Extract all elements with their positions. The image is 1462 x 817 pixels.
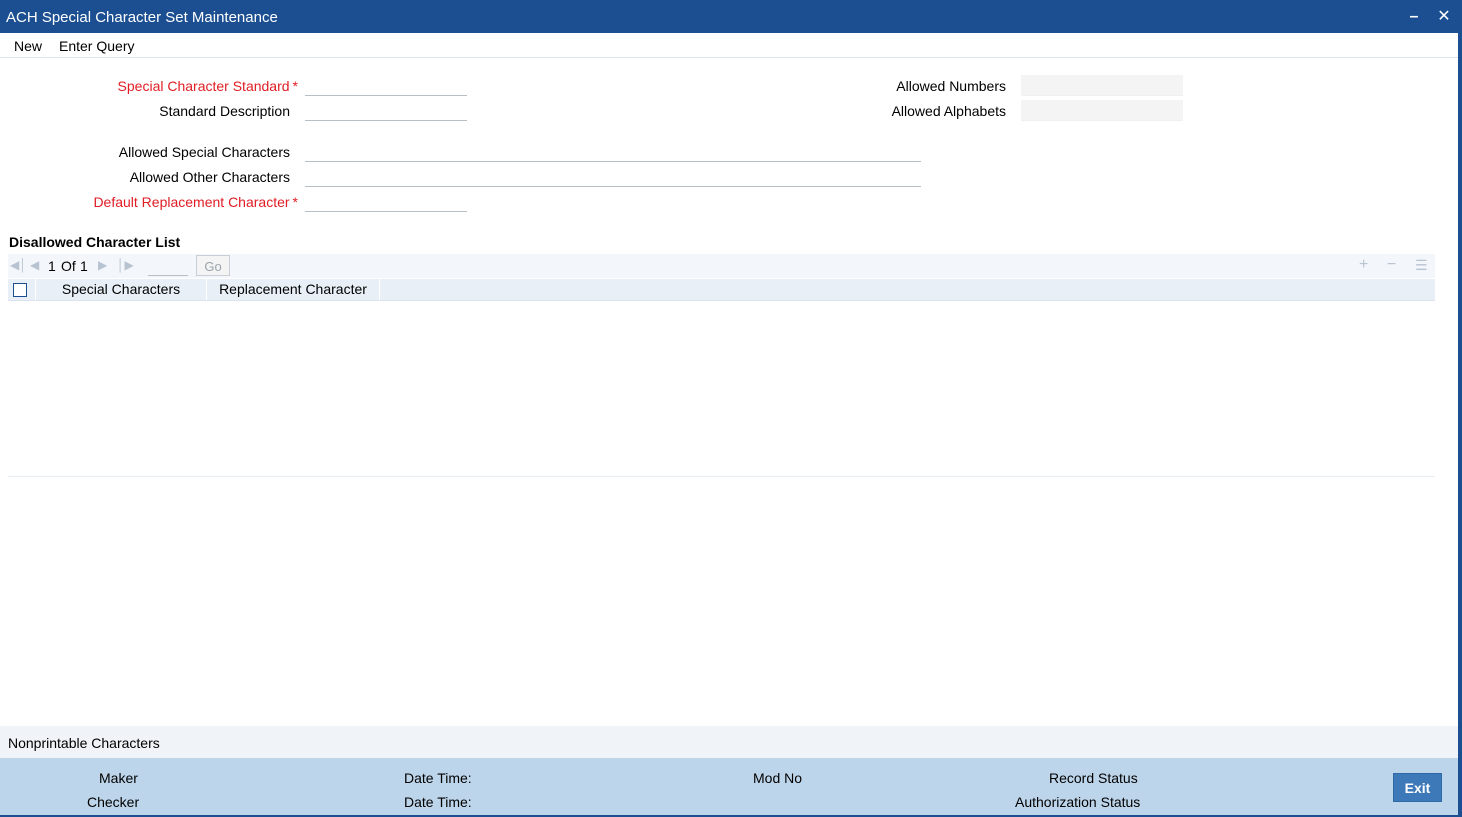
minimize-icon[interactable]: –: [1405, 8, 1423, 26]
new-menu-item[interactable]: New: [14, 38, 42, 54]
record-status-label: Record Status: [1049, 770, 1138, 786]
standard-description-label: Standard Description: [159, 103, 290, 119]
grid-body: [8, 300, 1435, 477]
menu-bar: New Enter Query: [0, 33, 1458, 58]
next-page-icon[interactable]: ▶: [98, 258, 107, 272]
allowed-alphabets-input[interactable]: [1021, 100, 1183, 121]
allowed-other-characters-label: Allowed Other Characters: [129, 169, 290, 185]
allowed-alphabets-label: Allowed Alphabets: [891, 103, 1006, 119]
column-header-replacement-character[interactable]: Replacement Character: [207, 279, 380, 300]
required-marker: *: [292, 194, 298, 210]
add-row-icon[interactable]: +: [1359, 256, 1368, 274]
close-icon[interactable]: ✕: [1435, 8, 1453, 26]
allowed-numbers-label: Allowed Numbers: [896, 78, 1006, 94]
first-page-icon[interactable]: ◀│: [10, 258, 27, 272]
allowed-numbers-input[interactable]: [1021, 75, 1183, 96]
checker-label: Checker: [87, 794, 140, 810]
nonprintable-characters-button[interactable]: Nonprintable Characters: [8, 735, 160, 751]
main-window: ACH Special Character Set Maintenance – …: [0, 0, 1462, 817]
special-character-standard-input[interactable]: [305, 75, 467, 96]
title-bar: ACH Special Character Set Maintenance – …: [0, 0, 1458, 33]
previous-page-icon[interactable]: ◀: [30, 258, 39, 272]
nonprintable-bar: Nonprintable Characters: [0, 726, 1458, 758]
checker-date-time-label: Date Time:: [404, 794, 472, 810]
select-all-checkbox[interactable]: [13, 283, 27, 297]
exit-button[interactable]: Exit: [1393, 773, 1442, 802]
last-page-icon[interactable]: │▶: [117, 258, 134, 272]
authorization-status-label: Authorization Status: [1015, 794, 1141, 810]
mod-no-label: Mod No: [753, 770, 803, 786]
disallowed-character-list-title: Disallowed Character List: [9, 234, 181, 250]
standard-description-input[interactable]: [305, 100, 467, 121]
page-number-input[interactable]: [148, 255, 188, 276]
grid-header-row: Special Characters Replacement Character: [8, 279, 1435, 301]
maker-label: Maker: [99, 770, 138, 786]
allowed-special-characters-input[interactable]: [305, 141, 921, 162]
grid-toolbar: ◀│ ◀ 1 Of 1 ▶ │▶ Go + − ☰: [8, 254, 1435, 278]
enter-query-menu-item[interactable]: Enter Query: [59, 38, 134, 54]
maker-date-time-label: Date Time:: [404, 770, 472, 786]
go-button[interactable]: Go: [196, 255, 230, 276]
single-view-icon[interactable]: ☰: [1415, 257, 1428, 274]
column-header-special-characters[interactable]: Special Characters: [36, 279, 207, 300]
total-pages: 1: [80, 258, 88, 274]
audit-footer: Maker Checker Date Time: Date Time: Mod …: [0, 758, 1458, 815]
special-character-standard-label: Special Character Standard *: [117, 78, 298, 94]
allowed-other-characters-input[interactable]: [305, 166, 921, 187]
default-replacement-character-input[interactable]: [305, 191, 467, 212]
delete-row-icon[interactable]: −: [1387, 256, 1396, 274]
default-replacement-character-label: Default Replacement Character *: [93, 194, 298, 210]
window-title: ACH Special Character Set Maintenance: [6, 9, 278, 26]
current-page: 1: [48, 258, 56, 274]
required-marker: *: [292, 78, 298, 94]
allowed-special-characters-label: Allowed Special Characters: [118, 144, 290, 160]
select-all-cell: [8, 279, 36, 300]
page-of-label: Of: [61, 258, 76, 274]
